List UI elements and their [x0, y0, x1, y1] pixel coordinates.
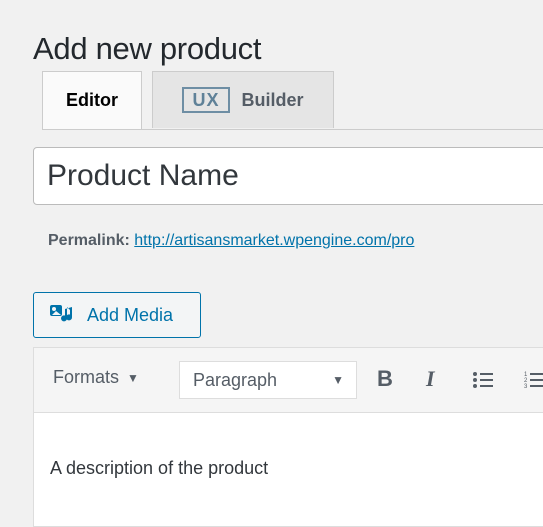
bold-button[interactable]: B	[377, 366, 393, 392]
tab-editor-label: Editor	[66, 90, 118, 110]
page-title: Add new product	[33, 30, 262, 66]
content-editor: Formats ▼ Paragraph ▼ B I 1 2 3 A descri…	[33, 347, 543, 527]
paragraph-value: Paragraph	[193, 369, 278, 390]
editor-content-text: A description of the product	[50, 458, 269, 478]
media-icon	[50, 305, 73, 322]
caret-down-icon: ▼	[127, 370, 139, 385]
tab-ux-builder-label: Builder	[241, 89, 304, 110]
paragraph-select[interactable]: Paragraph ▼	[179, 361, 357, 399]
tab-ux-builder[interactable]: UX Builder	[152, 71, 334, 128]
formats-label: Formats	[53, 367, 120, 387]
bullet-list-icon	[473, 372, 493, 388]
caret-down-icon: ▼	[332, 373, 344, 387]
permalink-link[interactable]: http://artisansmarket.wpengine.com/pro	[134, 232, 414, 249]
editor-toolbar: Formats ▼ Paragraph ▼ B I 1 2 3	[34, 348, 543, 413]
italic-icon: I	[426, 366, 435, 391]
numbered-list-icon: 1 2 3	[524, 372, 543, 390]
editor-content[interactable]: A description of the product	[34, 413, 543, 479]
italic-button[interactable]: I	[426, 366, 435, 392]
numbered-list-button[interactable]: 1 2 3	[524, 370, 543, 390]
tab-editor[interactable]: Editor	[42, 71, 142, 129]
add-media-button[interactable]: Add Media	[33, 292, 201, 338]
formats-menu[interactable]: Formats ▼	[53, 367, 139, 388]
add-media-label: Add Media	[87, 304, 174, 325]
editor-tabs: Editor UX Builder	[42, 71, 543, 130]
ux-logo-icon: UX	[182, 87, 230, 113]
svg-text:3: 3	[524, 384, 528, 390]
bullet-list-button[interactable]	[472, 370, 494, 390]
permalink-label: Permalink:	[48, 232, 130, 249]
bold-icon: B	[377, 366, 393, 391]
permalink: Permalink: http://artisansmarket.wpengin…	[48, 232, 414, 250]
product-name-input[interactable]	[33, 147, 543, 205]
